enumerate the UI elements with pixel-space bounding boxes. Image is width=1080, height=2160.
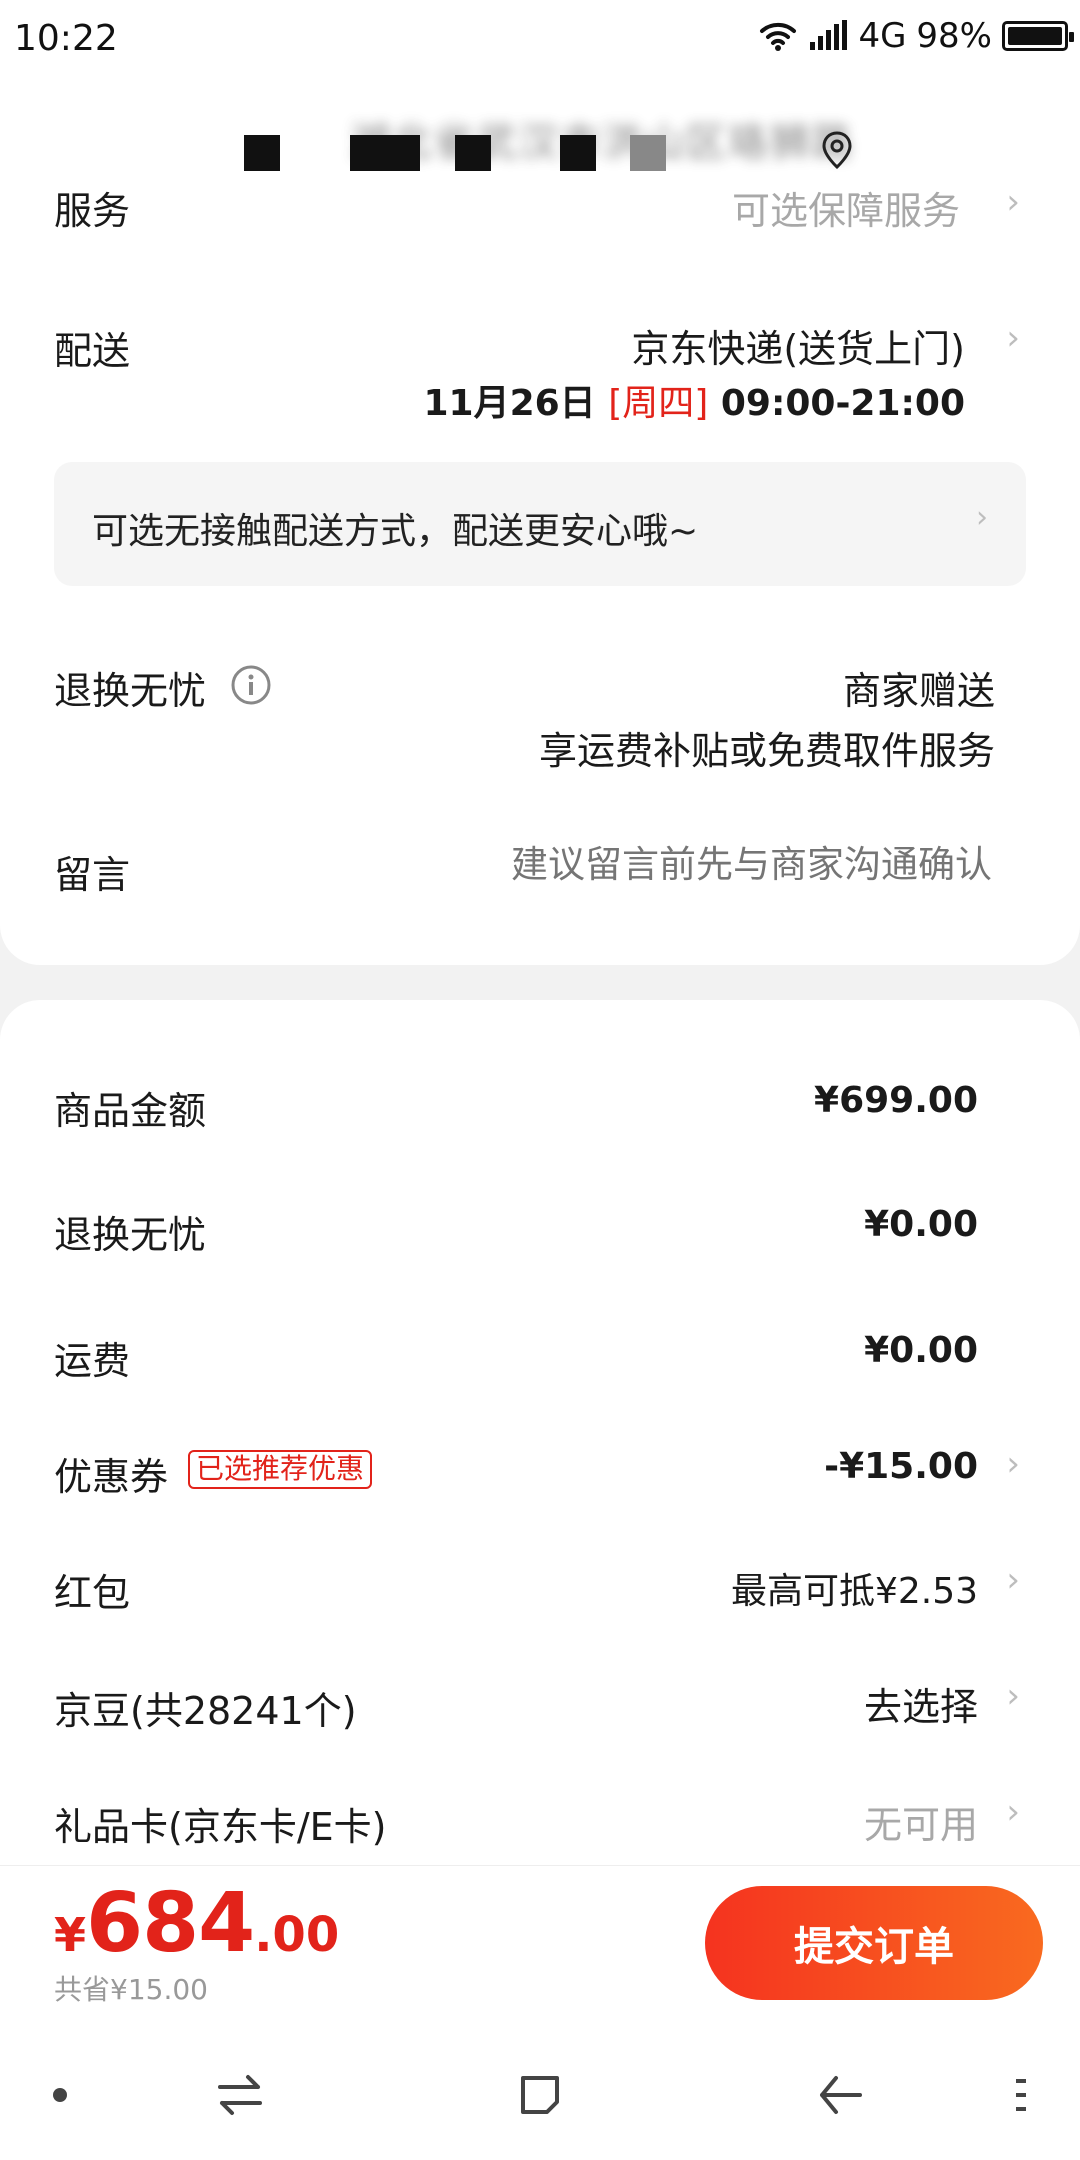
message-label: 留言 (54, 853, 131, 897)
jingdou-value[interactable]: 去选择 (864, 1676, 978, 1731)
coupon-value[interactable]: -¥15.00 (824, 1446, 978, 1487)
redaction-block (350, 135, 420, 171)
nav-back-icon[interactable] (810, 2060, 870, 2130)
status-indicators: 4G 98% (758, 16, 1074, 56)
service-label: 服务 (54, 189, 131, 233)
delivery-weekday: [周四] (608, 383, 709, 424)
goods-amount-value: ¥699.00 (814, 1080, 978, 1121)
delivery-time[interactable]: 11月26日 [周四] 09:00-21:00 (423, 374, 965, 426)
jingdou-label: 京豆(共28241个) (54, 1689, 357, 1733)
location-icon[interactable] (820, 130, 854, 170)
order-options-card: 服务 可选保障服务 › 配送 京东快递(送货上门) › 11月26日 [周四] … (0, 182, 1080, 965)
redaction-block (244, 135, 280, 171)
battery-percent: 98% (916, 16, 992, 56)
message-input[interactable] (432, 836, 992, 892)
delivery-carrier[interactable]: 京东快递(送货上门) (631, 318, 965, 373)
submit-order-button[interactable]: 提交订单 (705, 1886, 1043, 2000)
status-bar: 10:22 4G 98% (0, 0, 1080, 80)
service-value[interactable]: 可选保障服务 (732, 180, 960, 235)
giftcard-label: 礼品卡(京东卡/E卡) (54, 1805, 387, 1849)
coupon-label: 优惠券 (54, 1455, 169, 1499)
wifi-icon (760, 22, 797, 51)
chevron-right-icon: › (1006, 1676, 1020, 1716)
delivery-hours: 09:00-21:00 (720, 383, 965, 424)
saved-amount: 共省¥15.00 (54, 1973, 208, 2006)
delivery-date: 11月26日 (423, 383, 596, 424)
nav-menu-icon[interactable] (1000, 2060, 1040, 2130)
giftcard-value[interactable]: 无可用 (864, 1794, 978, 1849)
coupon-selected-tag: 已选推荐优惠 (188, 1450, 373, 1489)
chevron-right-icon: › (1006, 1444, 1020, 1484)
total-integer: 684 (86, 1876, 255, 1971)
info-icon[interactable] (230, 664, 272, 706)
chevron-right-icon: › (1006, 182, 1020, 222)
no-contact-delivery-banner[interactable]: 可选无接触配送方式，配送更安心哦~ › (54, 462, 1026, 586)
redaction-block (630, 135, 666, 171)
return-fee-label: 退换无忧 (54, 1213, 207, 1257)
shipping-label: 运费 (54, 1339, 131, 1383)
redaction-block (455, 135, 491, 171)
goods-amount-label: 商品金额 (54, 1089, 207, 1133)
chevron-right-icon: › (976, 500, 988, 535)
checkout-footer: ¥684.00 共省¥15.00 提交订单 (0, 1865, 1080, 2030)
redpacket-value[interactable]: 最高可抵¥2.53 (731, 1562, 978, 1614)
nav-switch-icon[interactable] (210, 2060, 270, 2130)
signal-icon (810, 20, 848, 50)
chevron-right-icon: › (1006, 318, 1020, 358)
battery-icon (1002, 21, 1074, 51)
chevron-right-icon: › (1006, 1792, 1020, 1832)
address-header[interactable]: 湖北省武汉市洪山区珞狮路 (0, 80, 1080, 190)
chevron-right-icon: › (1006, 1560, 1020, 1600)
nav-dot-icon[interactable] (40, 2060, 80, 2130)
network-type: 4G (858, 16, 907, 56)
total-decimal: .00 (254, 1907, 340, 1963)
currency-symbol: ¥ (54, 1908, 87, 1962)
return-desc: 享运费补贴或免费取件服务 (538, 729, 995, 773)
system-nav-bar (0, 2030, 1080, 2160)
redaction-block (560, 135, 596, 171)
return-gift: 商家赠送 (842, 669, 995, 713)
shipping-value: ¥0.00 (864, 1330, 978, 1371)
total-price: ¥684.00 (54, 1876, 339, 1971)
status-time: 10:22 (14, 18, 118, 59)
address-text: 湖北省武汉市洪山区珞狮路 (350, 120, 854, 166)
delivery-label: 配送 (54, 329, 131, 373)
nav-home-icon[interactable] (510, 2060, 570, 2130)
return-label: 退换无忧 (54, 669, 207, 713)
return-fee-value: ¥0.00 (864, 1204, 978, 1245)
no-contact-text: 可选无接触配送方式，配送更安心哦~ (92, 511, 699, 552)
redpacket-label: 红包 (54, 1571, 131, 1615)
